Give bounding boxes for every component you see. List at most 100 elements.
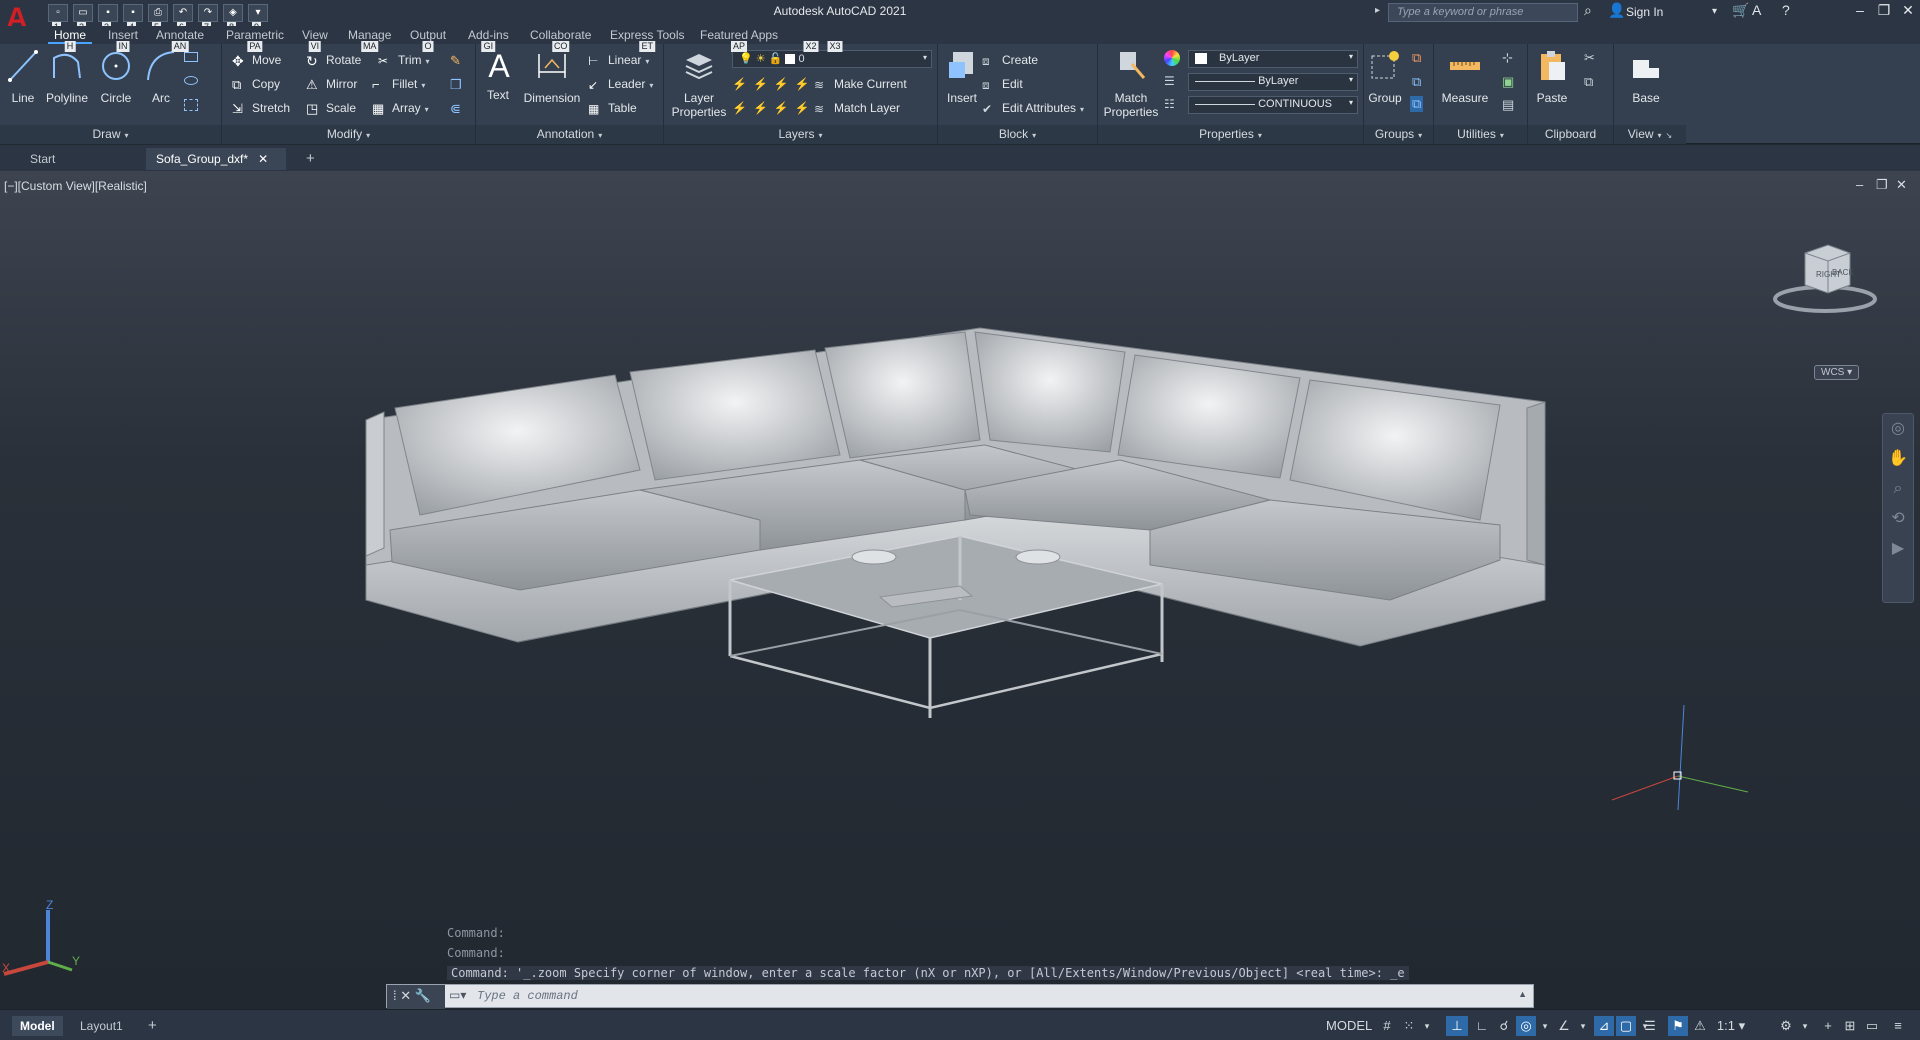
copy-button[interactable]: ⧉ Copy	[232, 74, 280, 94]
panel-title-annotation[interactable]: Annotation ▾	[476, 125, 663, 144]
edit-attributes-button[interactable]: ✔ Edit Attributes ▾	[982, 98, 1084, 118]
panel-title-modify[interactable]: Modify ▾	[222, 125, 475, 144]
arc-button[interactable]: Arc	[144, 48, 178, 105]
fillet-button[interactable]: ⌐ Fillet ▾	[372, 74, 425, 94]
chevron-down-icon[interactable]: ▾	[1420, 1016, 1434, 1036]
match-properties-button[interactable]: Match Properties	[1102, 48, 1160, 119]
viewcube[interactable]: RIGHT BACK	[1770, 241, 1880, 321]
grid-icon[interactable]: #	[1378, 1016, 1396, 1036]
make-current-button[interactable]: ≋ Make Current	[814, 74, 907, 94]
group-button[interactable]: Group	[1366, 48, 1404, 105]
match-layer-button[interactable]: ≋ Match Layer	[814, 98, 900, 118]
panel-title-groups[interactable]: Groups ▾	[1364, 125, 1433, 144]
3d-object-snap-icon[interactable]: ▢	[1616, 1016, 1636, 1036]
viewport-restore-icon[interactable]: ❐	[1876, 177, 1888, 193]
autodesk-app-icon[interactable]: A	[1752, 2, 1761, 18]
snap-icon[interactable]: ⁙	[1400, 1016, 1418, 1036]
command-prompt-icon[interactable]: ▭▾	[449, 988, 466, 1002]
chevron-down-icon[interactable]: ▾	[1712, 6, 1717, 17]
color-dropdown[interactable]: ByLayer ▾	[1188, 50, 1358, 68]
tab-home[interactable]: Home H	[48, 27, 93, 52]
circle-button[interactable]: Circle	[98, 48, 134, 105]
model-space-toggle[interactable]: MODEL	[1326, 1016, 1372, 1036]
mirror-button[interactable]: ⚠ Mirror	[306, 74, 357, 94]
id-point-icon[interactable]: ⊹	[1502, 50, 1513, 66]
panel-title-properties[interactable]: Properties ▾	[1098, 125, 1363, 144]
chevron-down-icon[interactable]: ▾	[1576, 1016, 1590, 1036]
leader-button[interactable]: ↙ Leader ▾	[588, 74, 653, 94]
ungroup-icon[interactable]: ⧉	[1412, 50, 1421, 66]
group-selection-icon[interactable]: ⧉	[1410, 96, 1424, 112]
cart-icon[interactable]: 🛒	[1732, 2, 1749, 19]
close-tab-icon[interactable]: ✕	[258, 152, 268, 166]
tab-overflow-2[interactable]: X3	[824, 27, 846, 52]
tab-view[interactable]: View VI	[296, 27, 334, 52]
tab-manage[interactable]: Manage MA	[342, 27, 397, 52]
tab-express-tools[interactable]: Express Tools ET	[604, 27, 690, 52]
tab-add-ins[interactable]: Add-ins GI	[462, 27, 515, 52]
sign-in-link[interactable]: Sign In	[1626, 5, 1663, 19]
dimension-button[interactable]: Dimension	[522, 48, 582, 105]
search-icon[interactable]: ⌕	[1584, 2, 1592, 19]
object-snap-icon[interactable]: ⊿	[1594, 1016, 1614, 1036]
auto-scale-icon[interactable]: ⚠	[1690, 1016, 1710, 1036]
tab-parametric[interactable]: Parametric PA	[220, 27, 290, 52]
explode-button[interactable]: ❒	[450, 74, 470, 94]
tab-drawing[interactable]: Sofa_Group_dxf* ✕	[146, 148, 286, 170]
viewport-minimize-icon[interactable]: –	[1856, 177, 1863, 192]
annotation-visibility-icon[interactable]: ⚑	[1668, 1016, 1688, 1036]
command-line-grip[interactable]: ⁞ ✕ 🔧	[387, 985, 445, 1009]
close-icon[interactable]: ✕	[1894, 2, 1920, 22]
wcs-menu[interactable]: WCS ▾	[1814, 365, 1860, 380]
tab-layout1[interactable]: Layout1	[72, 1016, 131, 1036]
lineweight-toggle-icon[interactable]: ☰	[1640, 1016, 1660, 1036]
move-button[interactable]: ✥ Move	[232, 50, 281, 70]
line-button[interactable]: Line	[6, 48, 40, 105]
help-icon[interactable]: ?	[1782, 2, 1790, 18]
panel-title-block[interactable]: Block ▾	[938, 125, 1097, 144]
annotation-monitor-plus-icon[interactable]: +	[1818, 1016, 1838, 1036]
polyline-button[interactable]: Polyline	[44, 48, 90, 105]
offset-button[interactable]: ⋐	[450, 98, 470, 118]
annotation-scale-dropdown[interactable]: 1:1 ▾	[1712, 1016, 1750, 1036]
calculator-icon[interactable]: ▤	[1502, 97, 1514, 113]
object-snap-tracking-icon[interactable]: ∠	[1554, 1016, 1574, 1036]
cut-icon[interactable]: ✂	[1584, 50, 1595, 66]
layer-properties-button[interactable]: Layer Properties	[670, 48, 728, 119]
search-input[interactable]: Type a keyword or phrase	[1388, 3, 1578, 22]
ortho-icon[interactable]: ∟	[1472, 1016, 1492, 1036]
zoom-icon[interactable]: ⌕	[1883, 474, 1913, 504]
new-tab-plus-icon[interactable]: +	[296, 148, 325, 170]
layer-tools-row2[interactable]: ⚡⚡⚡⚡	[732, 98, 816, 118]
pan-icon[interactable]: ✋	[1883, 444, 1913, 474]
panel-title-clipboard[interactable]: Clipboard	[1528, 125, 1613, 144]
polar-tracking-icon[interactable]: ☌	[1494, 1016, 1514, 1036]
customize-wrench-icon[interactable]: 🔧	[415, 988, 431, 1003]
search-expand-icon[interactable]: ▸	[1375, 5, 1380, 16]
infer-constraints-icon[interactable]: ⊥	[1446, 1016, 1468, 1036]
panel-expand-icon[interactable]: ↘	[1666, 131, 1673, 140]
add-layout-plus-icon[interactable]: +	[140, 1016, 165, 1036]
base-button[interactable]: Base	[1624, 48, 1668, 105]
paste-button[interactable]: Paste	[1532, 48, 1572, 105]
lineweight-dropdown[interactable]: ByLayer ▾	[1188, 73, 1358, 91]
tab-start[interactable]: Start	[20, 148, 146, 170]
workspace-gear-icon[interactable]: ⚙	[1776, 1016, 1796, 1036]
panel-title-layers[interactable]: Layers ▾	[664, 125, 937, 144]
linear-button[interactable]: ⊢ Linear ▾	[588, 50, 649, 70]
chevron-down-icon[interactable]: ▾	[1538, 1016, 1552, 1036]
tab-annotate[interactable]: Annotate AN	[150, 27, 210, 52]
measure-button[interactable]: Measure	[1438, 48, 1492, 105]
command-history-up-icon[interactable]: ▲	[1518, 989, 1527, 999]
group-edit-icon[interactable]: ⧉	[1412, 74, 1421, 90]
quick-select-icon[interactable]: ▣	[1502, 74, 1514, 90]
viewport-close-icon[interactable]: ✕	[1896, 177, 1907, 193]
tab-overflow-1[interactable]: X2	[800, 27, 822, 52]
tab-output[interactable]: Output O	[404, 27, 452, 52]
ellipse-button[interactable]	[184, 70, 202, 90]
panel-title-view[interactable]: View ▾ ↘	[1614, 125, 1686, 144]
hatch-button[interactable]	[184, 94, 202, 114]
stretch-button[interactable]: ⇲ Stretch	[232, 98, 290, 118]
array-button[interactable]: ▦ Array ▾	[372, 98, 429, 118]
units-icon[interactable]: ⊞	[1840, 1016, 1860, 1036]
